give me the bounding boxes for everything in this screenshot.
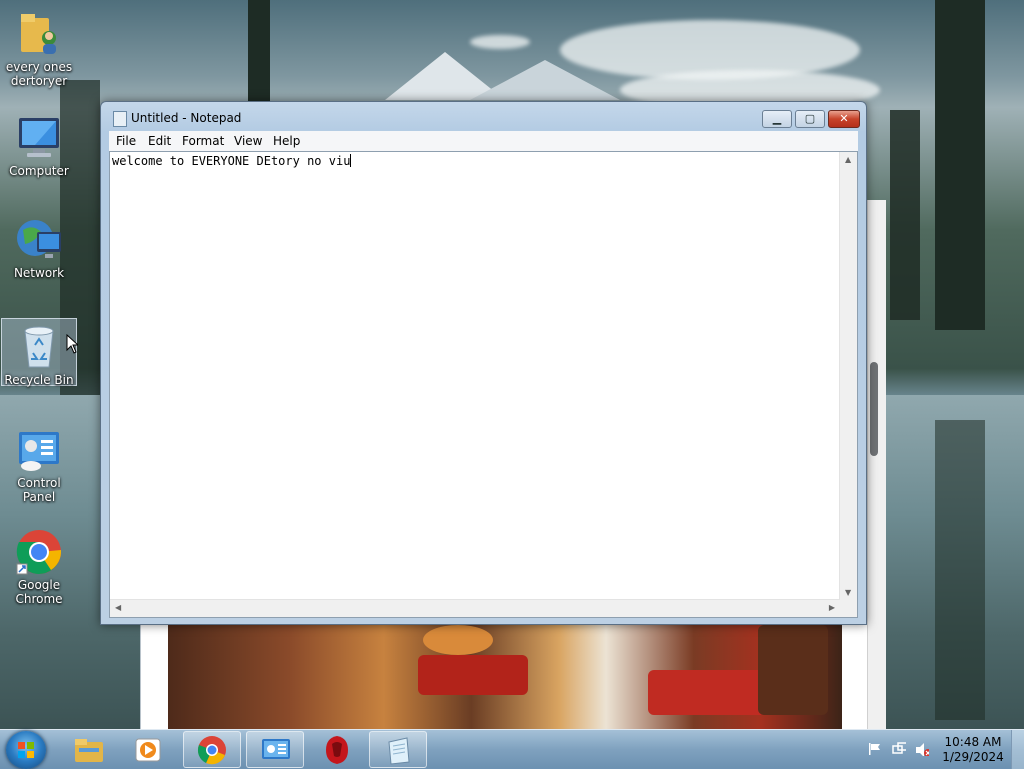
menu-bar: File Edit Format View Help xyxy=(109,131,858,151)
desktop-icon-label: every ones dertoryer xyxy=(5,60,73,88)
clock-time: 10:48 AM xyxy=(944,735,1002,749)
horizontal-scrollbar[interactable]: ◀ ▶ xyxy=(110,599,840,617)
desktop-icon-computer[interactable]: Computer xyxy=(1,110,77,180)
show-desktop-button[interactable] xyxy=(1011,730,1024,769)
round-window xyxy=(423,625,493,655)
sofa xyxy=(648,670,768,715)
vertical-scrollbar[interactable]: ▲ ▼ xyxy=(839,152,857,600)
desktop-icon-label: Computer xyxy=(9,164,69,178)
window-title: Untitled - Notepad xyxy=(131,111,242,125)
red-app-icon xyxy=(326,736,348,764)
system-clock[interactable]: 10:48 AM 1/29/2024 xyxy=(940,735,1006,765)
resize-grip[interactable] xyxy=(840,600,857,617)
editor-text-line[interactable]: welcome to EVERYONE DEtory no viu xyxy=(112,154,352,168)
desktop-icon-label: Network xyxy=(13,266,65,280)
media-player-icon xyxy=(135,738,161,762)
user-folder-icon xyxy=(15,10,63,58)
control-panel-icon xyxy=(262,739,290,759)
action-center-flag-icon[interactable] xyxy=(868,742,882,756)
mountain xyxy=(470,60,620,100)
menu-view[interactable]: View xyxy=(234,134,262,148)
network-icon[interactable] xyxy=(892,742,906,756)
taskbar-notepad[interactable] xyxy=(369,731,427,768)
clock-date: 1/29/2024 xyxy=(942,750,1004,764)
desktop-icon-label: Recycle Bin xyxy=(4,373,74,387)
cozy-room-image xyxy=(168,625,842,730)
start-button[interactable] xyxy=(6,731,46,769)
notepad-icon xyxy=(388,737,410,765)
taskbar-control-panel[interactable] xyxy=(246,731,304,768)
taskbar: 10:48 AM 1/29/2024 xyxy=(0,729,1024,769)
start-orb-icon xyxy=(18,742,34,758)
scroll-up-icon[interactable]: ▲ xyxy=(845,155,851,164)
tree xyxy=(890,110,920,320)
chrome-icon xyxy=(15,528,63,576)
volume-muted-icon[interactable] xyxy=(915,742,929,756)
menu-file[interactable]: File xyxy=(116,134,136,148)
taskbar-chrome[interactable] xyxy=(183,731,241,768)
cloud xyxy=(470,35,530,49)
sofa xyxy=(418,655,528,695)
background-window-scroll-thumb[interactable] xyxy=(870,362,878,456)
computer-icon xyxy=(15,114,63,162)
desktop-icon-google-chrome[interactable]: Google Chrome xyxy=(1,524,77,610)
maximize-button[interactable]: ▢ xyxy=(795,110,825,128)
menu-help[interactable]: Help xyxy=(273,134,300,148)
tree xyxy=(248,0,270,102)
desktop-icon-user-folder[interactable]: every ones dertoryer xyxy=(1,6,77,92)
recycle-bin-icon xyxy=(15,323,63,371)
text-editor-area[interactable]: welcome to EVERYONE DEtory no viu ▲ ▼ ◀ … xyxy=(109,151,858,618)
editor-text[interactable]: welcome to EVERYONE DEtory no viu xyxy=(112,154,350,168)
maximize-icon: ▢ xyxy=(804,112,816,125)
notepad-icon xyxy=(113,111,127,127)
file-explorer-icon xyxy=(75,739,103,762)
bookshelf xyxy=(758,625,828,715)
scroll-right-icon[interactable]: ▶ xyxy=(829,603,835,612)
taskbar-media-player[interactable] xyxy=(120,731,178,768)
menu-edit[interactable]: Edit xyxy=(148,134,171,148)
desktop-icon-label: Control Panel xyxy=(17,476,61,504)
tree-reflection xyxy=(935,420,985,720)
close-icon: ✕ xyxy=(839,112,849,125)
desktop-icon-network[interactable]: Network xyxy=(1,212,77,282)
menu-format[interactable]: Format xyxy=(182,134,224,148)
minimize-icon: ▁ xyxy=(772,112,782,125)
network-icon xyxy=(15,216,63,264)
chrome-icon xyxy=(197,736,226,765)
title-bar[interactable]: Untitled - Notepad ▁ ▢ ✕ xyxy=(101,102,866,132)
mouse-cursor-icon xyxy=(66,334,78,354)
minimize-button[interactable]: ▁ xyxy=(762,110,792,128)
control-panel-icon xyxy=(15,426,63,474)
background-window-scrollbar[interactable] xyxy=(867,200,886,730)
scroll-down-icon[interactable]: ▼ xyxy=(845,588,851,597)
taskbar-file-explorer[interactable] xyxy=(60,731,118,768)
notepad-window[interactable]: Untitled - Notepad ▁ ▢ ✕ File Edit Forma… xyxy=(100,101,867,625)
text-caret xyxy=(350,154,352,167)
tree xyxy=(935,0,985,330)
scroll-left-icon[interactable]: ◀ xyxy=(115,603,121,612)
desktop-icon-label: Google Chrome xyxy=(15,578,63,606)
close-button[interactable]: ✕ xyxy=(828,110,860,128)
taskbar-red-app[interactable] xyxy=(308,731,366,768)
desktop-icon-control-panel[interactable]: Control Panel xyxy=(1,422,77,504)
